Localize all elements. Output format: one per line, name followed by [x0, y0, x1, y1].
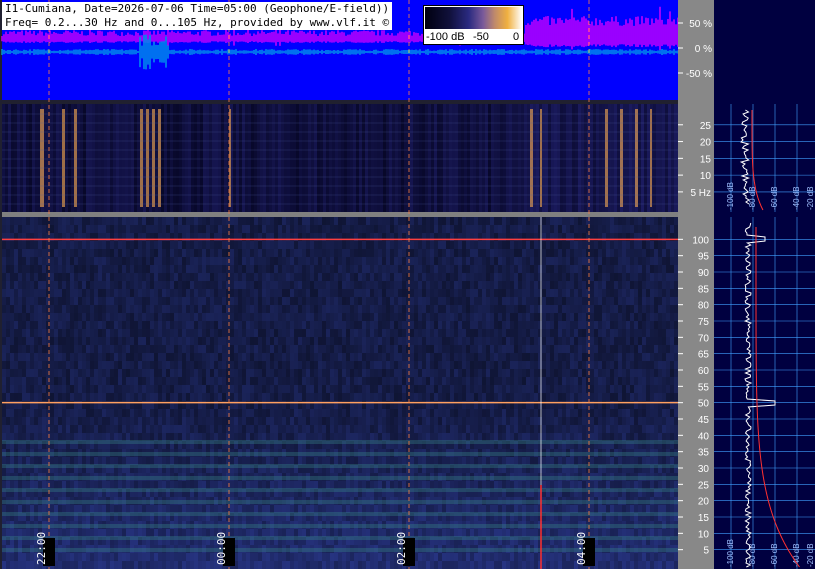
time-tick-label: 02:00	[395, 532, 408, 565]
lf-burst	[620, 109, 623, 207]
side-db-label-bottom: -20 dB	[806, 543, 815, 567]
lf-burst	[530, 109, 533, 207]
amp-tick-label: 50 %	[689, 19, 712, 30]
hf-tick-label: 15	[698, 513, 710, 524]
lf-spectrogram-texture	[2, 104, 680, 212]
lf-burst	[152, 109, 155, 207]
hf-tick-label: 50	[698, 399, 710, 410]
hf-tick-label: 55	[698, 382, 710, 393]
time-tick-label: 00:00	[215, 532, 228, 565]
hf-tick-label: 100	[692, 235, 709, 246]
hf-band	[2, 500, 678, 504]
hf-band	[2, 524, 678, 528]
frequency-info-line: Freq= 0.2...30 Hz and 0...105 Hz, provid…	[2, 16, 393, 30]
lf-burst	[146, 109, 149, 207]
lf-burst	[40, 109, 44, 207]
colorbar-label-max: 0	[513, 31, 520, 43]
lf-tick-label: 5 Hz	[690, 188, 711, 199]
hf-band	[2, 488, 678, 492]
hf-tick-label: 10	[698, 529, 710, 540]
colorbar-legend: -100 dB -50 0	[423, 5, 524, 45]
lf-burst	[74, 109, 77, 207]
hf-tick-label: 75	[698, 317, 710, 328]
hf-band	[2, 476, 678, 480]
lf-tick-label: 25	[700, 121, 712, 132]
panel-separator	[2, 212, 678, 217]
hf-tick-label: 85	[698, 284, 710, 295]
colorbar-label-min: -100 dB	[426, 31, 465, 43]
station-info-line: I1-Cumiana, Date=2026-07-06 Time=05:00 (…	[2, 2, 393, 16]
side-db-label-bottom: -100 dB	[726, 539, 735, 567]
hf-tick-label: 30	[698, 464, 710, 475]
time-tick-label: 22:00	[35, 532, 48, 565]
side-db-label-top: -60 dB	[770, 186, 779, 210]
lf-burst	[635, 109, 638, 207]
amp-tick-label: 0 %	[695, 44, 712, 55]
lf-burst	[650, 109, 652, 207]
colorbar-label-mid: -50	[473, 31, 489, 43]
hf-tick-label: 95	[698, 252, 710, 263]
lf-burst	[62, 109, 65, 207]
side-db-label-top: -100 dB	[726, 182, 735, 210]
lf-tick-label: 15	[700, 154, 712, 165]
hf-band	[2, 452, 678, 456]
lf-burst	[140, 109, 143, 207]
hf-band	[2, 512, 678, 516]
time-tick-label: 04:00	[575, 532, 588, 565]
hf-band	[2, 440, 678, 444]
lf-burst	[158, 109, 161, 207]
lf-tick-label: 10	[700, 171, 712, 182]
side-db-label-bottom: -60 dB	[770, 543, 779, 567]
amp-tick-label: -50 %	[686, 69, 712, 80]
side-db-label-top: -20 dB	[806, 186, 815, 210]
hf-tick-label: 90	[698, 268, 710, 279]
hf-tick-label: 65	[698, 350, 710, 361]
vlf-spectrogram-view: 22:00 00:00 02:00 04:00 50 % 0 % -50 % 25 20 15 10…	[0, 0, 815, 569]
hf-tick-label: 70	[698, 333, 710, 344]
hf-tick-label: 45	[698, 415, 710, 426]
lf-burst	[540, 109, 542, 207]
hf-tick-label: 35	[698, 448, 710, 459]
hf-band	[2, 464, 678, 468]
spectrogram-chart: 22:00 00:00 02:00 04:00 50 % 0 % -50 % 25 20 15 10…	[1, 0, 815, 569]
hf-tick-label: 40	[698, 431, 710, 442]
hf-tick-label: 25	[698, 480, 710, 491]
lf-tick-label: 20	[700, 138, 712, 149]
side-db-label-top: -40 dB	[792, 186, 801, 210]
hf-tick-label: 20	[698, 497, 710, 508]
hf-tick-label: 80	[698, 301, 710, 312]
hf-tick-label: 60	[698, 366, 710, 377]
lf-burst	[605, 109, 608, 207]
hf-spectrogram-texture	[2, 217, 678, 569]
colorbar-gradient	[425, 7, 522, 29]
hf-tick-label: 5	[703, 546, 709, 557]
